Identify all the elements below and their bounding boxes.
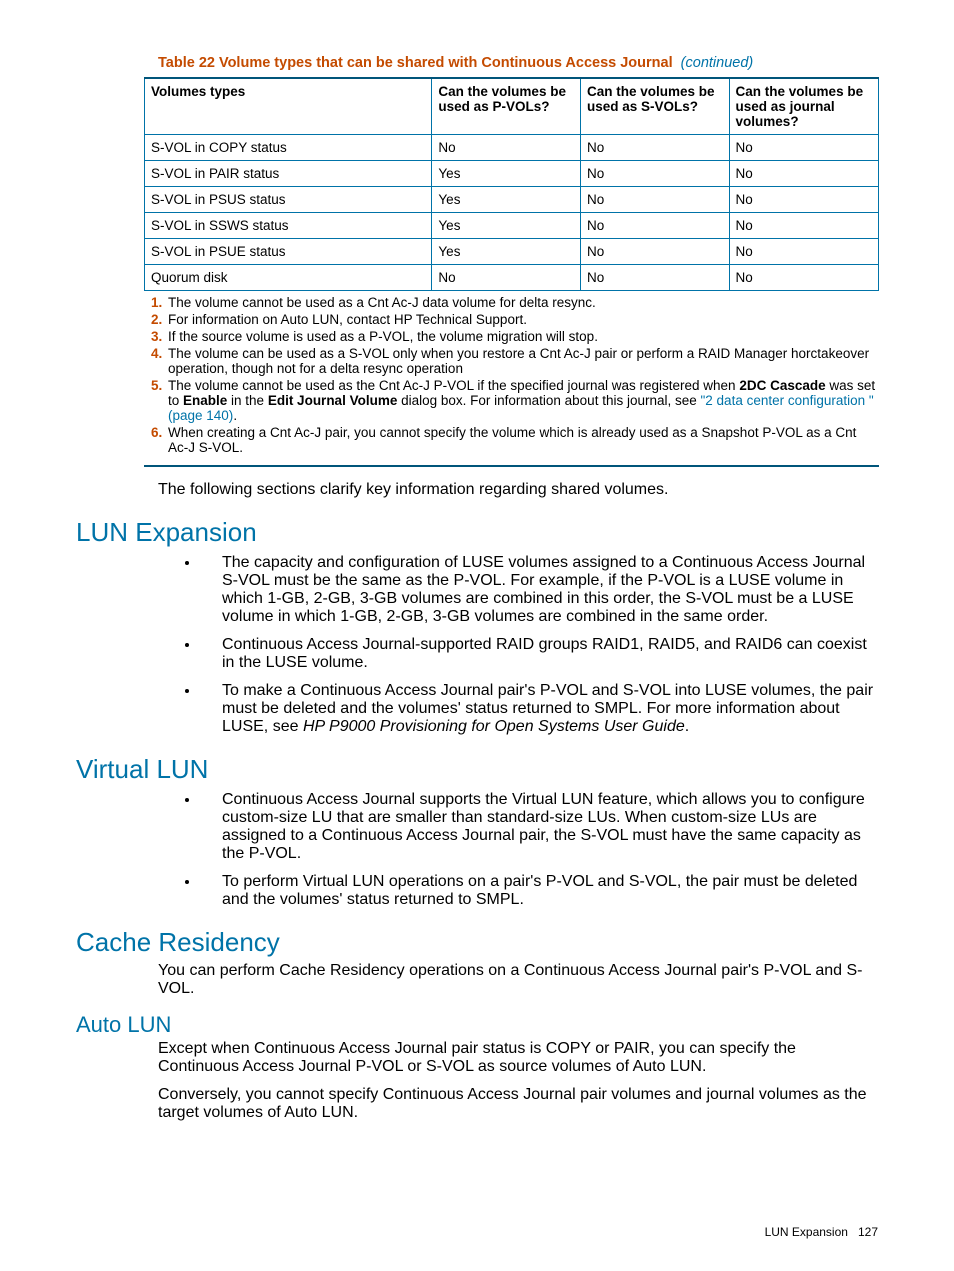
cell: Quorum disk: [145, 265, 432, 291]
cell: S-VOL in SSWS status: [145, 213, 432, 239]
cell: S-VOL in PSUE status: [145, 239, 432, 265]
cell: No: [432, 135, 581, 161]
cell: No: [729, 265, 878, 291]
text: .: [233, 408, 237, 423]
volume-types-table: Volumes types Can the volumes be used as…: [144, 77, 879, 291]
cell: No: [580, 213, 729, 239]
list-item: The capacity and configuration of LUSE v…: [200, 554, 880, 626]
list-item: To perform Virtual LUN operations on a p…: [200, 873, 880, 909]
cell: Yes: [432, 161, 581, 187]
auto-lun-paragraph-1: Except when Continuous Access Journal pa…: [158, 1040, 878, 1076]
bold: Edit Journal Volume: [268, 393, 398, 408]
cell: No: [729, 239, 878, 265]
footnote-3: If the source volume is used as a P-VOL,…: [166, 329, 879, 344]
footer-section: LUN Expansion: [765, 1225, 848, 1239]
cell: No: [729, 213, 878, 239]
table-row: S-VOL in PAIR status Yes No No: [145, 161, 879, 187]
cache-residency-paragraph: You can perform Cache Residency operatio…: [158, 962, 878, 998]
cell: No: [580, 187, 729, 213]
text: The volume cannot be used as the Cnt Ac-…: [168, 378, 739, 393]
cell: No: [729, 187, 878, 213]
cell: S-VOL in COPY status: [145, 135, 432, 161]
footnote-1: The volume cannot be used as a Cnt Ac-J …: [166, 295, 879, 310]
intro-paragraph: The following sections clarify key infor…: [158, 481, 878, 499]
cell: No: [432, 265, 581, 291]
heading-virtual-lun: Virtual LUN: [76, 754, 878, 785]
text: .: [685, 718, 689, 735]
auto-lun-paragraph-2: Conversely, you cannot specify Continuou…: [158, 1086, 878, 1122]
text: in the: [227, 393, 268, 408]
col-svol: Can the volumes be used as S-VOLs?: [580, 78, 729, 135]
cell: S-VOL in PAIR status: [145, 161, 432, 187]
table-caption: Table 22 Volume types that can be shared…: [158, 55, 878, 71]
cell: No: [580, 135, 729, 161]
table-row: S-VOL in PSUS status Yes No No: [145, 187, 879, 213]
bold: Enable: [183, 393, 227, 408]
bold: 2DC Cascade: [739, 378, 825, 393]
cell: Yes: [432, 239, 581, 265]
list-item: To make a Continuous Access Journal pair…: [200, 682, 880, 736]
table-header-row: Volumes types Can the volumes be used as…: [145, 78, 879, 135]
table-row: Quorum disk No No No: [145, 265, 879, 291]
list-item: Continuous Access Journal-supported RAID…: [200, 636, 880, 672]
cell: No: [580, 161, 729, 187]
caption-continued: (continued): [681, 55, 754, 71]
table-footnotes: The volume cannot be used as a Cnt Ac-J …: [144, 295, 879, 467]
cell: Yes: [432, 187, 581, 213]
cell: No: [580, 265, 729, 291]
col-pvol: Can the volumes be used as P-VOLs?: [432, 78, 581, 135]
footer-page: 127: [858, 1225, 878, 1239]
heading-auto-lun: Auto LUN: [76, 1012, 878, 1038]
table-row: S-VOL in COPY status No No No: [145, 135, 879, 161]
cell: Yes: [432, 213, 581, 239]
text: dialog box. For information about this j…: [397, 393, 700, 408]
col-volumes-types: Volumes types: [145, 78, 432, 135]
cell: No: [729, 161, 878, 187]
col-journal: Can the volumes be used as journal volum…: [729, 78, 878, 135]
lun-expansion-list: The capacity and configuration of LUSE v…: [182, 554, 880, 736]
page-footer: LUN Expansion 127: [765, 1225, 878, 1239]
footnote-5: The volume cannot be used as the Cnt Ac-…: [166, 378, 879, 423]
caption-prefix: Table 22 Volume types that can be shared…: [158, 55, 673, 71]
heading-cache-residency: Cache Residency: [76, 927, 878, 958]
table-row: S-VOL in SSWS status Yes No No: [145, 213, 879, 239]
footnote-4: The volume can be used as a S-VOL only w…: [166, 346, 879, 376]
cell: S-VOL in PSUS status: [145, 187, 432, 213]
italic-title: HP P9000 Provisioning for Open Systems U…: [303, 718, 685, 735]
cell: No: [580, 239, 729, 265]
heading-lun-expansion: LUN Expansion: [76, 517, 878, 548]
table-row: S-VOL in PSUE status Yes No No: [145, 239, 879, 265]
cell: No: [729, 135, 878, 161]
virtual-lun-list: Continuous Access Journal supports the V…: [182, 791, 880, 909]
footnote-2: For information on Auto LUN, contact HP …: [166, 312, 879, 327]
list-item: Continuous Access Journal supports the V…: [200, 791, 880, 863]
footnote-6: When creating a Cnt Ac-J pair, you canno…: [166, 425, 879, 455]
